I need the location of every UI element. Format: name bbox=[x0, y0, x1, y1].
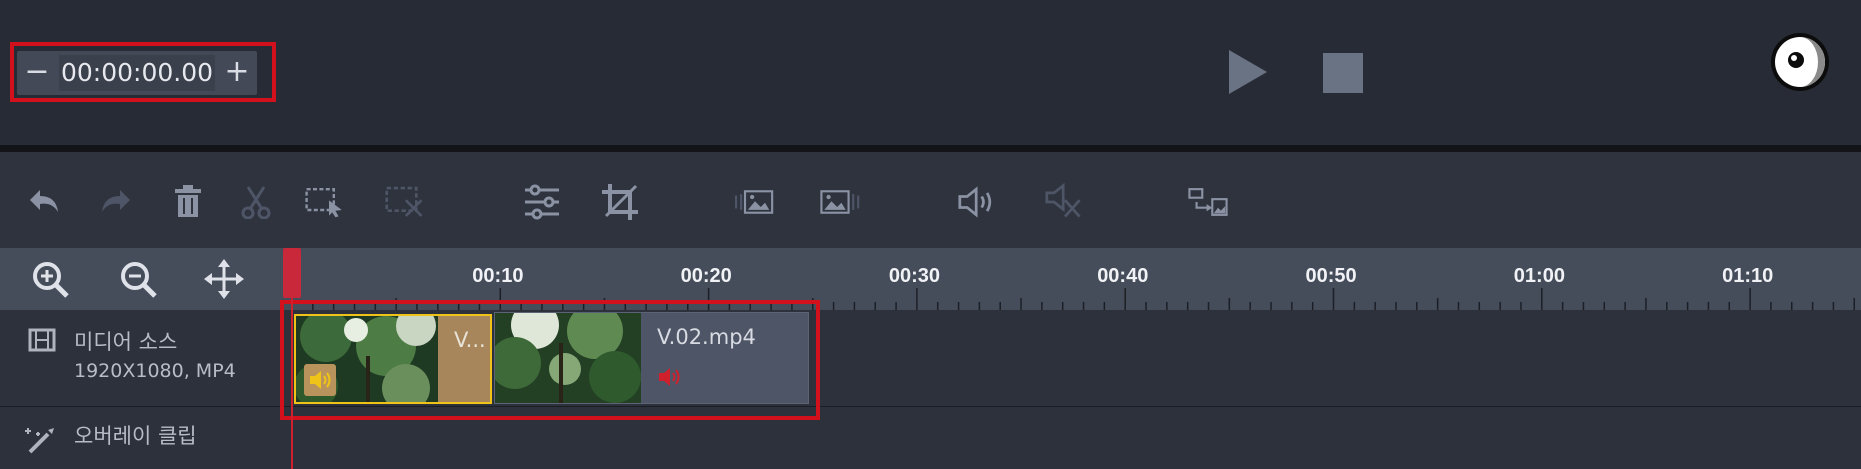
clip-2-name: V.02.mp4 bbox=[657, 325, 756, 349]
timecode-increment-button[interactable]: + bbox=[217, 51, 257, 95]
theme-toggle-icon[interactable] bbox=[1768, 30, 1832, 94]
fade-in-image-icon[interactable] bbox=[735, 182, 775, 222]
ruler-tick-label: 00:30 bbox=[888, 265, 941, 287]
redo-icon[interactable] bbox=[96, 182, 136, 222]
media-track-title: 미디어 소스 bbox=[74, 330, 178, 354]
fade-out-image-icon[interactable] bbox=[820, 182, 860, 222]
video-clip-2[interactable]: V.02.mp4 bbox=[494, 312, 809, 404]
ruler-tick-label: 00:50 bbox=[1305, 265, 1357, 287]
media-track-format: 1920X1080, MP4 bbox=[74, 360, 236, 382]
ruler-tick-label: 00:40 bbox=[1097, 265, 1149, 287]
ruler-tick-label: 01:10 bbox=[1722, 265, 1774, 287]
playhead-line bbox=[291, 298, 293, 469]
fit-timeline-icon[interactable] bbox=[204, 259, 244, 299]
clip-2-muted-audio-icon[interactable] bbox=[657, 365, 685, 389]
panel-divider[interactable] bbox=[0, 145, 1861, 152]
zoom-in-icon[interactable] bbox=[30, 259, 70, 299]
overlay-magic-icon bbox=[25, 428, 54, 454]
overlay-insert-icon[interactable] bbox=[1188, 182, 1228, 222]
film-icon bbox=[28, 328, 56, 352]
preview-controls-bar bbox=[0, 0, 1861, 145]
ruler-tick-label: 00:20 bbox=[680, 265, 732, 287]
stop-button[interactable] bbox=[1323, 53, 1363, 93]
ruler-tick-label: 00:10 bbox=[472, 265, 524, 287]
remove-region-icon[interactable] bbox=[385, 182, 425, 222]
overlay-track-title: 오버레이 클립 bbox=[74, 424, 197, 448]
play-button[interactable] bbox=[1225, 48, 1269, 96]
undo-icon[interactable] bbox=[24, 182, 64, 222]
clip-thumbnail bbox=[495, 313, 641, 403]
delete-icon[interactable] bbox=[168, 182, 208, 222]
timecode-input[interactable]: 00:00:00.00 bbox=[59, 55, 215, 91]
cut-audio-icon[interactable] bbox=[1045, 182, 1085, 222]
playhead-handle[interactable] bbox=[283, 248, 301, 298]
video-clip-1[interactable]: V... bbox=[294, 314, 492, 404]
timecode-control: − 00:00:00.00 + bbox=[17, 51, 257, 95]
clip-1-name: V... bbox=[454, 328, 486, 352]
clip-1-audio-icon[interactable] bbox=[304, 364, 336, 396]
adjust-icon[interactable] bbox=[522, 182, 562, 222]
crop-icon[interactable] bbox=[600, 182, 640, 222]
select-region-icon[interactable] bbox=[305, 182, 345, 222]
cut-icon[interactable] bbox=[236, 182, 276, 222]
zoom-out-icon[interactable] bbox=[118, 259, 158, 299]
timecode-decrement-button[interactable]: − bbox=[17, 51, 57, 95]
ruler-tick-label: 01:00 bbox=[1513, 265, 1565, 287]
edit-toolbar bbox=[0, 152, 1861, 248]
volume-icon[interactable] bbox=[958, 182, 998, 222]
